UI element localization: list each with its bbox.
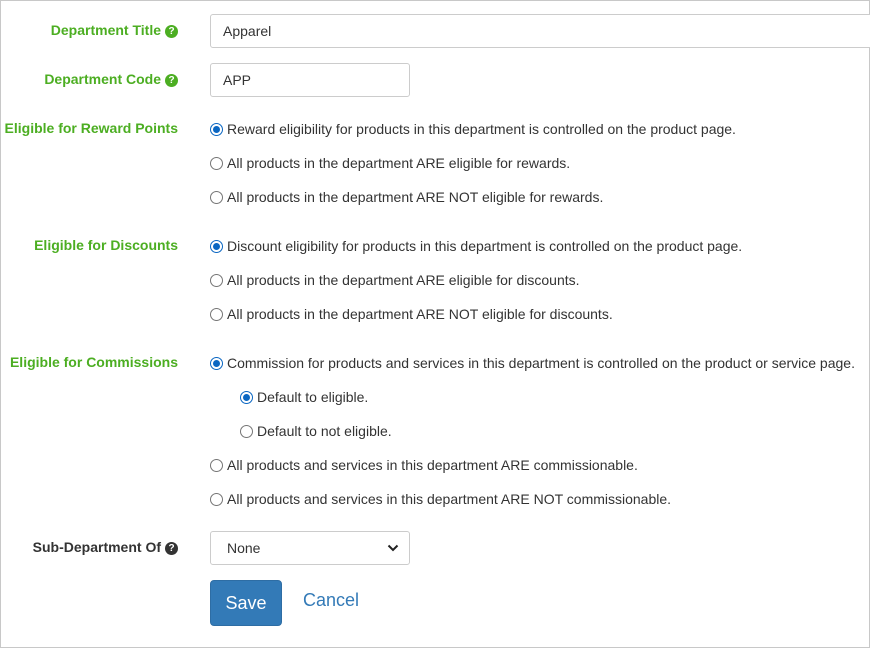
question-circle-icon[interactable]: ? [165,74,178,87]
reward-option-eligible[interactable]: All products in the department ARE eligi… [210,155,570,171]
discounts-label: Eligible for Discounts [34,237,178,253]
discount-option-product-page[interactable]: Discount eligibility for products in thi… [210,238,742,254]
commissions-label: Eligible for Commissions [9,354,178,370]
reward-points-label: Eligible for Reward Points [4,120,178,136]
sub-department-select[interactable]: None [210,531,410,565]
cancel-link[interactable]: Cancel [303,590,359,611]
department-form: Department Title? Department Code? Eligi… [0,0,870,648]
radio-button[interactable] [210,307,223,321]
commission-option-not-commissionable[interactable]: All products and services in this depart… [210,491,671,507]
discount-option-eligible[interactable]: All products in the department ARE eligi… [210,272,580,288]
reward-option-not-eligible[interactable]: All products in the department ARE NOT e… [210,189,603,205]
save-button[interactable]: Save [210,580,282,626]
discount-option-not-eligible[interactable]: All products in the department ARE NOT e… [210,306,613,322]
commission-default-eligible[interactable]: Default to eligible. [240,389,368,405]
question-circle-icon[interactable]: ? [165,542,178,555]
commission-default-not-eligible[interactable]: Default to not eligible. [240,423,392,439]
radio-button[interactable] [240,390,253,404]
radio-button[interactable] [210,273,223,287]
radio-button[interactable] [210,458,223,472]
reward-option-product-page[interactable]: Reward eligibility for products in this … [210,121,736,137]
department-code-label: Department Code? [44,71,178,87]
radio-button[interactable] [210,492,223,506]
chevron-down-icon [387,544,399,552]
radio-button[interactable] [210,122,223,136]
radio-button[interactable] [210,356,223,370]
sub-department-label: Sub-Department Of? [33,539,178,555]
department-code-input[interactable] [210,63,410,97]
department-title-label: Department Title? [51,22,178,38]
radio-button[interactable] [210,190,223,204]
radio-button[interactable] [210,156,223,170]
department-title-input[interactable] [210,14,870,48]
radio-button[interactable] [210,239,223,253]
radio-button[interactable] [240,424,253,438]
commission-option-product-page[interactable]: Commission for products and services in … [210,355,855,371]
question-circle-icon[interactable]: ? [165,25,178,38]
commission-option-commissionable[interactable]: All products and services in this depart… [210,457,638,473]
